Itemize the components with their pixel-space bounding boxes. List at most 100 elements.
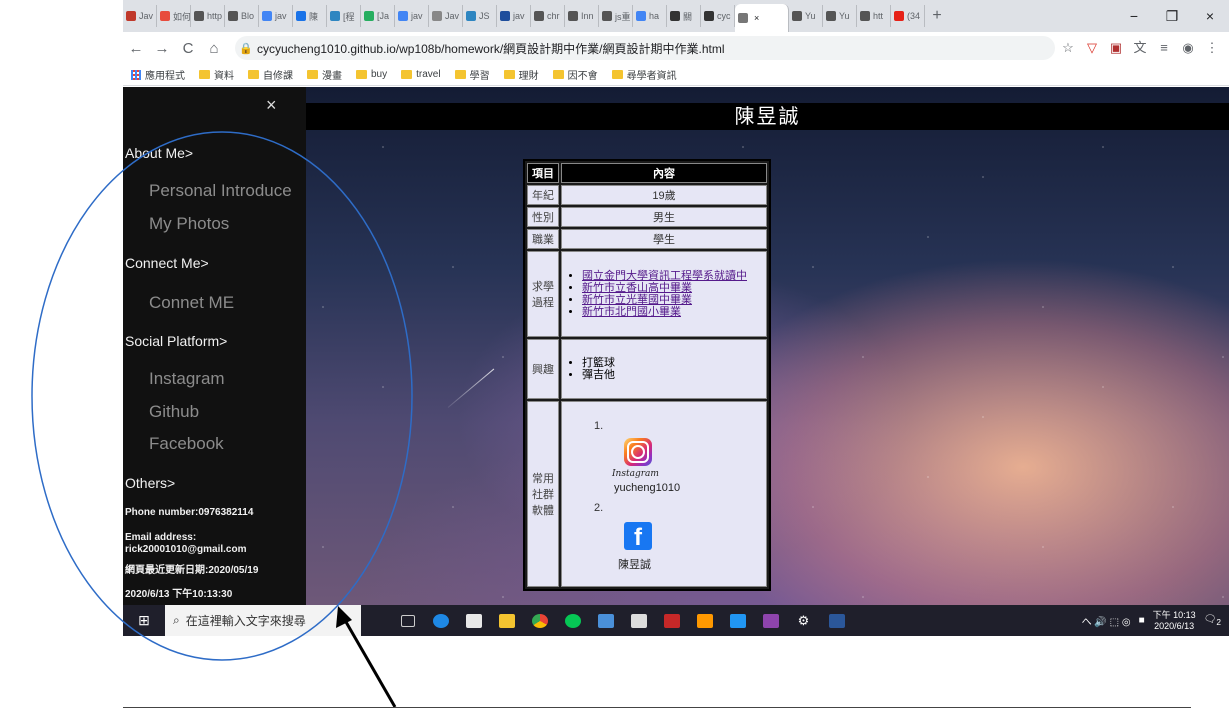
- link-connect-me[interactable]: Connet ME: [149, 293, 234, 313]
- apps-grid-icon: [131, 69, 141, 80]
- bookmark-item[interactable]: travel: [401, 69, 441, 80]
- windows-taskbar: ⊞ ⌕ 在這裡輸入文字來搜尋 ⚙ へ 🔊 ⬚ ◎ ■ 下午 10:13 2020…: [123, 605, 1229, 636]
- home-button[interactable]: ⌂: [201, 40, 227, 57]
- browser-tab[interactable]: JS: [463, 5, 497, 27]
- browser-tab[interactable]: Inn: [565, 5, 599, 27]
- bookmark-item[interactable]: 資料: [199, 67, 234, 82]
- toolbar-icons: ☆ ▽ ▣ 文 ≡ ◉ ⋮: [1059, 39, 1229, 57]
- hobby-item: 打籃球: [582, 357, 766, 369]
- close-tab-icon[interactable]: ×: [754, 13, 759, 23]
- link-my-photos[interactable]: My Photos: [149, 214, 229, 234]
- close-window-button[interactable]: ×: [1191, 0, 1229, 32]
- profile-avatar-icon[interactable]: ◉: [1179, 39, 1197, 57]
- table-row-education: 求學 過程 國立金門大學資訊工程學系就讀中 新竹市立香山高中畢業 新竹市立光華國…: [527, 251, 767, 337]
- tab-favicon-icon: [364, 11, 374, 21]
- education-link[interactable]: 新竹市立光華國中畢業: [582, 294, 692, 306]
- tab-favicon-icon: [704, 11, 714, 21]
- word-icon[interactable]: [820, 605, 853, 636]
- education-link[interactable]: 國立金門大學資訊工程學系就讀中: [582, 270, 747, 282]
- bookmark-item[interactable]: 因不會: [552, 67, 598, 82]
- browser-tab[interactable]: Yu: [789, 5, 823, 27]
- social-number: 1.: [594, 420, 604, 432]
- tab-label: jav: [411, 11, 423, 21]
- browser-tab[interactable]: ×: [735, 4, 789, 32]
- shield-extension-icon[interactable]: ▽: [1083, 39, 1101, 57]
- red-app-icon[interactable]: [655, 605, 688, 636]
- reading-list-icon[interactable]: ≡: [1155, 39, 1173, 57]
- education-link[interactable]: 新竹市立香山高中畢業: [582, 282, 692, 294]
- menu-kebab-icon[interactable]: ⋮: [1203, 39, 1221, 57]
- link-github[interactable]: Github: [149, 402, 199, 422]
- bookmark-item[interactable]: 學習: [454, 67, 490, 82]
- forward-button[interactable]: →: [149, 40, 175, 57]
- translate-icon[interactable]: 文: [1131, 39, 1149, 57]
- task-view-icon[interactable]: [391, 605, 424, 636]
- sublime-icon[interactable]: [688, 605, 721, 636]
- ime-icon[interactable]: ■: [1139, 615, 1145, 626]
- tab-favicon-icon: [262, 11, 272, 21]
- bookmark-item[interactable]: 尋學者資訊: [611, 67, 677, 82]
- browser-tab[interactable]: 陳: [293, 5, 327, 27]
- tray-icons[interactable]: へ 🔊 ⬚ ◎: [1082, 613, 1131, 628]
- bookmark-item[interactable]: 漫畫: [307, 67, 342, 82]
- tab-label: js重: [615, 11, 631, 22]
- bookmark-item[interactable]: 自修課: [248, 67, 293, 82]
- browser-tab[interactable]: [Ja: [361, 5, 395, 27]
- minimize-button[interactable]: −: [1115, 0, 1153, 32]
- browser-tab[interactable]: js重: [599, 5, 633, 27]
- taskbar-search-box[interactable]: ⌕ 在這裡輸入文字來搜尋: [165, 605, 361, 636]
- browser-tab[interactable]: Yu: [823, 5, 857, 27]
- tab-favicon-icon: [792, 11, 802, 21]
- facebook-logo-icon[interactable]: f: [624, 522, 652, 551]
- settings-icon[interactable]: ⚙: [787, 605, 820, 636]
- chrome-icon[interactable]: [523, 605, 556, 636]
- vscode-icon[interactable]: [721, 605, 754, 636]
- reload-button[interactable]: C: [175, 40, 201, 57]
- close-sidenav-icon[interactable]: ×: [266, 95, 277, 116]
- bookmark-item[interactable]: 應用程式: [131, 67, 185, 82]
- windows-start-icon[interactable]: ⊞: [123, 612, 165, 629]
- instagram-logo-icon[interactable]: [624, 438, 652, 466]
- new-tab-button[interactable]: +: [925, 7, 949, 25]
- visual-studio-icon[interactable]: [754, 605, 787, 636]
- store-icon[interactable]: [457, 605, 490, 636]
- browser-tab[interactable]: ha: [633, 5, 667, 27]
- star-icon[interactable]: ☆: [1059, 39, 1077, 57]
- link-instagram[interactable]: Instagram: [149, 369, 225, 389]
- browser-tab[interactable]: jav: [395, 5, 429, 27]
- browser-tab[interactable]: 關: [667, 5, 701, 27]
- browser-tab[interactable]: Jav: [123, 5, 157, 27]
- edge-icon[interactable]: [424, 605, 457, 636]
- bookmark-item[interactable]: buy: [356, 69, 387, 80]
- browser-tab[interactable]: Jav: [429, 5, 463, 27]
- browser-tab[interactable]: htt: [857, 5, 891, 27]
- education-link[interactable]: 新竹市北門國小畢業: [582, 306, 681, 318]
- dev-app-icon[interactable]: [589, 605, 622, 636]
- notification-icon[interactable]: 🗨2: [1204, 614, 1221, 627]
- instagram-wordmark: Instagram: [612, 469, 659, 479]
- browser-tab[interactable]: cyc: [701, 5, 735, 27]
- browser-tab[interactable]: chr: [531, 5, 565, 27]
- link-facebook[interactable]: Facebook: [149, 434, 224, 454]
- browser-tab[interactable]: http: [191, 5, 225, 27]
- browser-tab[interactable]: (34: [891, 5, 925, 27]
- browser-tab[interactable]: jav: [259, 5, 293, 27]
- email-address: rick20001010@gmail.com: [125, 544, 247, 555]
- browser-tab[interactable]: jav: [497, 5, 531, 27]
- address-bar[interactable]: 🔒 cycyucheng1010.github.io/wp108b/homewo…: [235, 36, 1055, 60]
- browser-tab[interactable]: 如何: [157, 5, 191, 27]
- bookmark-item[interactable]: 理財: [503, 67, 539, 82]
- bookmark-label: 學習: [469, 71, 490, 82]
- pdf-extension-icon[interactable]: ▣: [1107, 39, 1125, 57]
- browser-tab[interactable]: Blo: [225, 5, 259, 27]
- file-explorer-icon[interactable]: [490, 605, 523, 636]
- bookmark-label: 自修課: [263, 71, 293, 82]
- browser-tab[interactable]: [程: [327, 5, 361, 27]
- browser-toolbar: ← → C ⌂ 🔒 cycyucheng1010.github.io/wp108…: [123, 32, 1229, 64]
- taskbar-clock[interactable]: 下午 10:13 2020/6/13: [1153, 610, 1196, 632]
- line-icon[interactable]: [556, 605, 589, 636]
- document-app-icon[interactable]: [622, 605, 655, 636]
- back-button[interactable]: ←: [123, 40, 149, 57]
- maximize-button[interactable]: ❐: [1153, 0, 1191, 32]
- link-personal-introduce[interactable]: Personal Introduce: [149, 181, 292, 201]
